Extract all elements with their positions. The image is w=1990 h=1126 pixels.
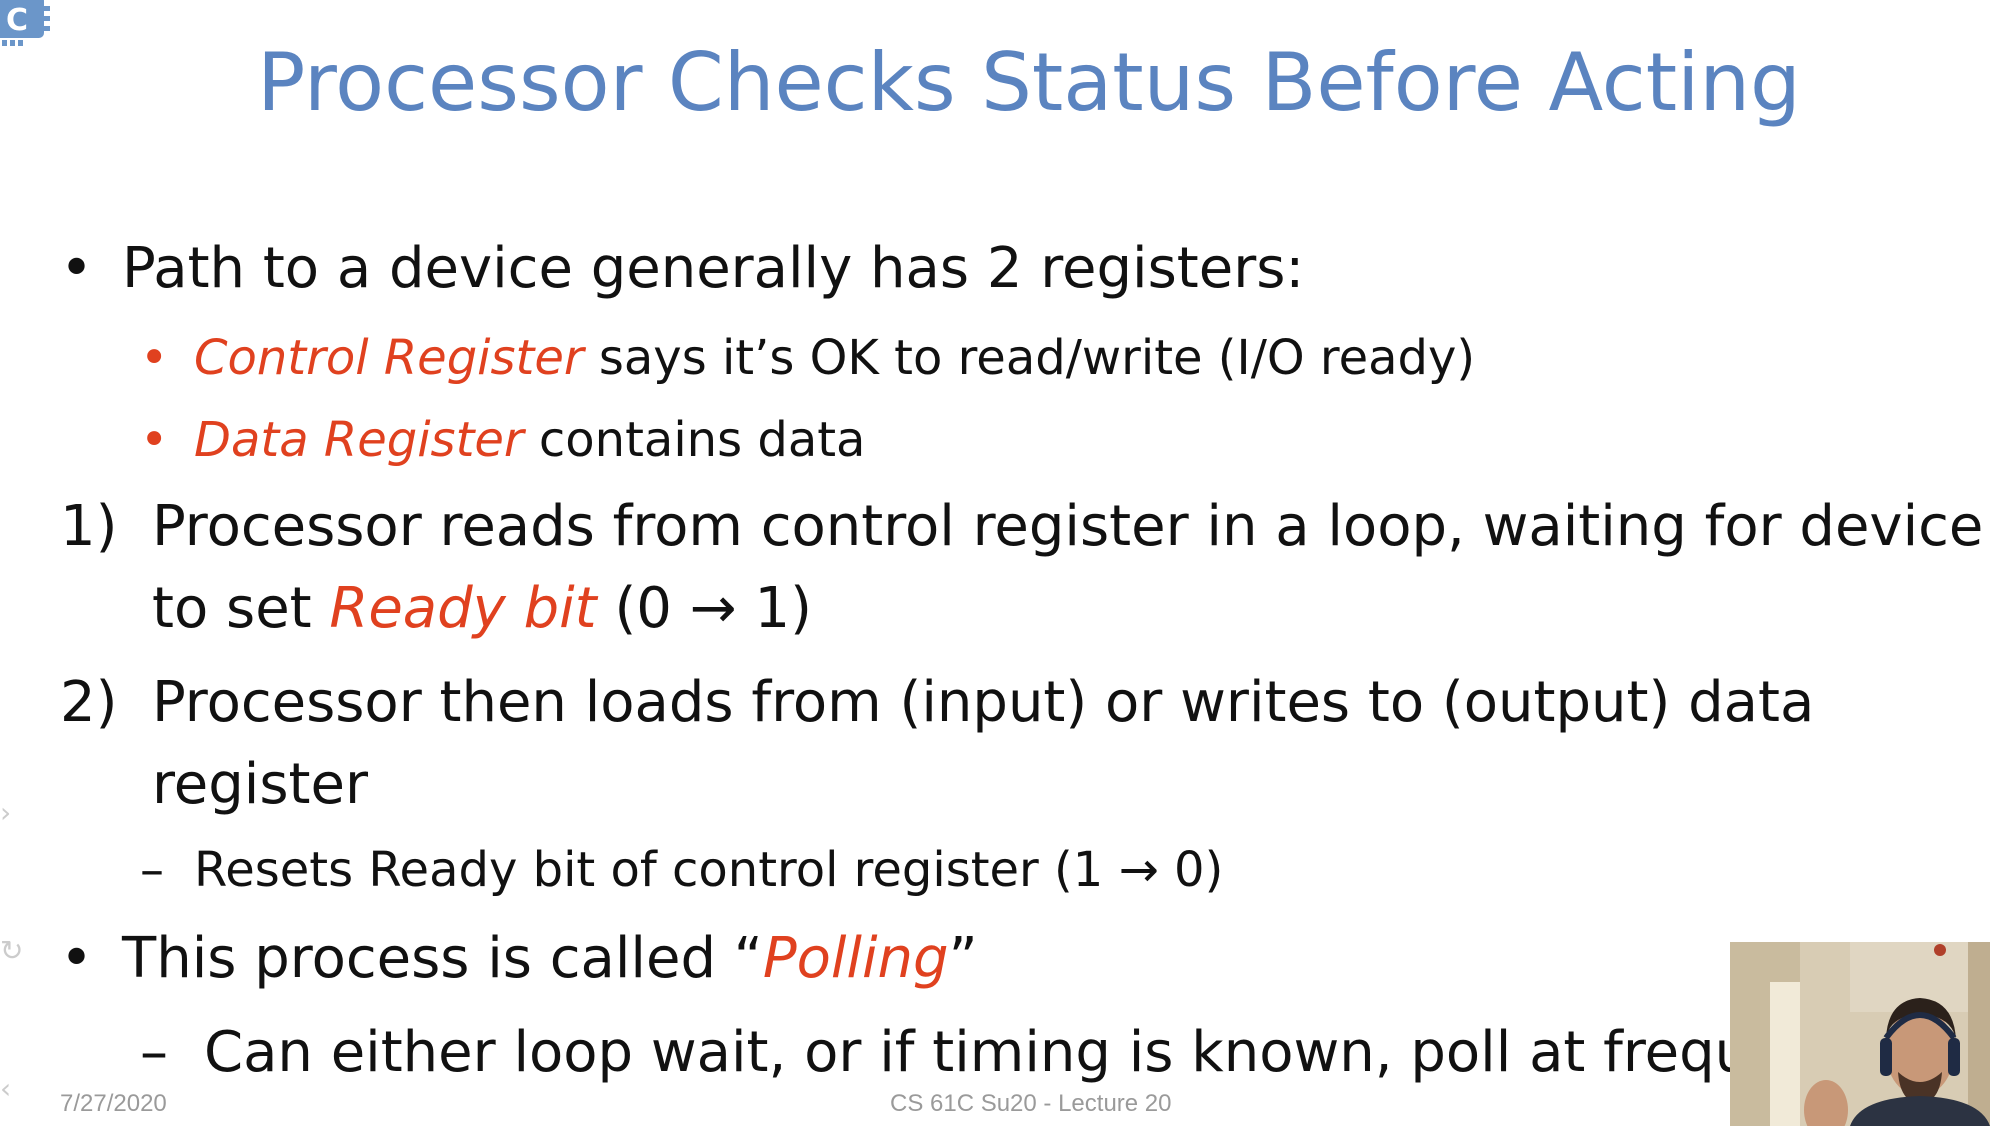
step-1-line-1: Processor reads from control register in… <box>152 494 1984 559</box>
bullet-text: Path to a device generally has 2 registe… <box>122 236 1305 301</box>
sub-bullet-control-register: Control Register says it’s OK to read/wr… <box>194 330 1475 386</box>
svg-text:C: C <box>6 3 28 38</box>
dash-marker: – <box>140 842 164 898</box>
chevron-right-icon[interactable]: › <box>0 796 14 829</box>
webcam-video-icon <box>1730 942 1990 1126</box>
control-register-term: Control Register <box>194 330 584 386</box>
sub-bullet-marker: • <box>140 330 169 386</box>
data-register-term: Data Register <box>194 412 524 468</box>
polling-suffix: ” <box>948 926 978 991</box>
dash-marker: – <box>140 1020 168 1085</box>
bullet-marker: • <box>60 236 94 301</box>
data-register-desc: contains data <box>523 412 866 468</box>
footer-course: CS 61C Su20 - Lecture 20 <box>890 1090 1172 1117</box>
footer-date: 7/27/2020 <box>60 1090 167 1117</box>
control-register-desc: says it’s OK to read/write (I/O ready) <box>583 330 1476 386</box>
step-1-prefix: to set <box>152 576 330 641</box>
chevron-left-icon[interactable]: ‹ <box>0 1072 14 1105</box>
refresh-icon[interactable]: ↻ <box>0 934 23 967</box>
polling-prefix: This process is called “ <box>122 926 763 991</box>
polling-term: Polling <box>762 926 949 991</box>
presenter-webcam <box>1730 942 1990 1126</box>
sub-bullet-data-register: Data Register contains data <box>194 412 865 468</box>
bullet-path-to-device: • <box>60 236 93 301</box>
step-2-marker: 2) <box>60 670 118 735</box>
dash-resets-ready-bit: Resets Ready bit of control register (1 … <box>194 842 1224 898</box>
step-1-line-2: to set Ready bit (0 → 1) <box>152 576 812 641</box>
step-2-line-2: register <box>152 752 368 817</box>
dash-loop-wait: Can either loop wait, or if timing is kn… <box>204 1020 1730 1085</box>
bullet-marker: • <box>60 926 94 991</box>
step-2-line-1: Processor then loads from (input) or wri… <box>152 670 1815 735</box>
step-1-suffix: (0 → 1) <box>596 576 812 641</box>
step-1-marker: 1) <box>60 494 118 559</box>
sub-bullet-marker: • <box>140 412 169 468</box>
bullet-polling: This process is called “Polling” <box>122 926 978 991</box>
ready-bit-term: Ready bit <box>329 576 597 641</box>
slide-title: Processor Checks Status Before Acting <box>257 36 1801 129</box>
